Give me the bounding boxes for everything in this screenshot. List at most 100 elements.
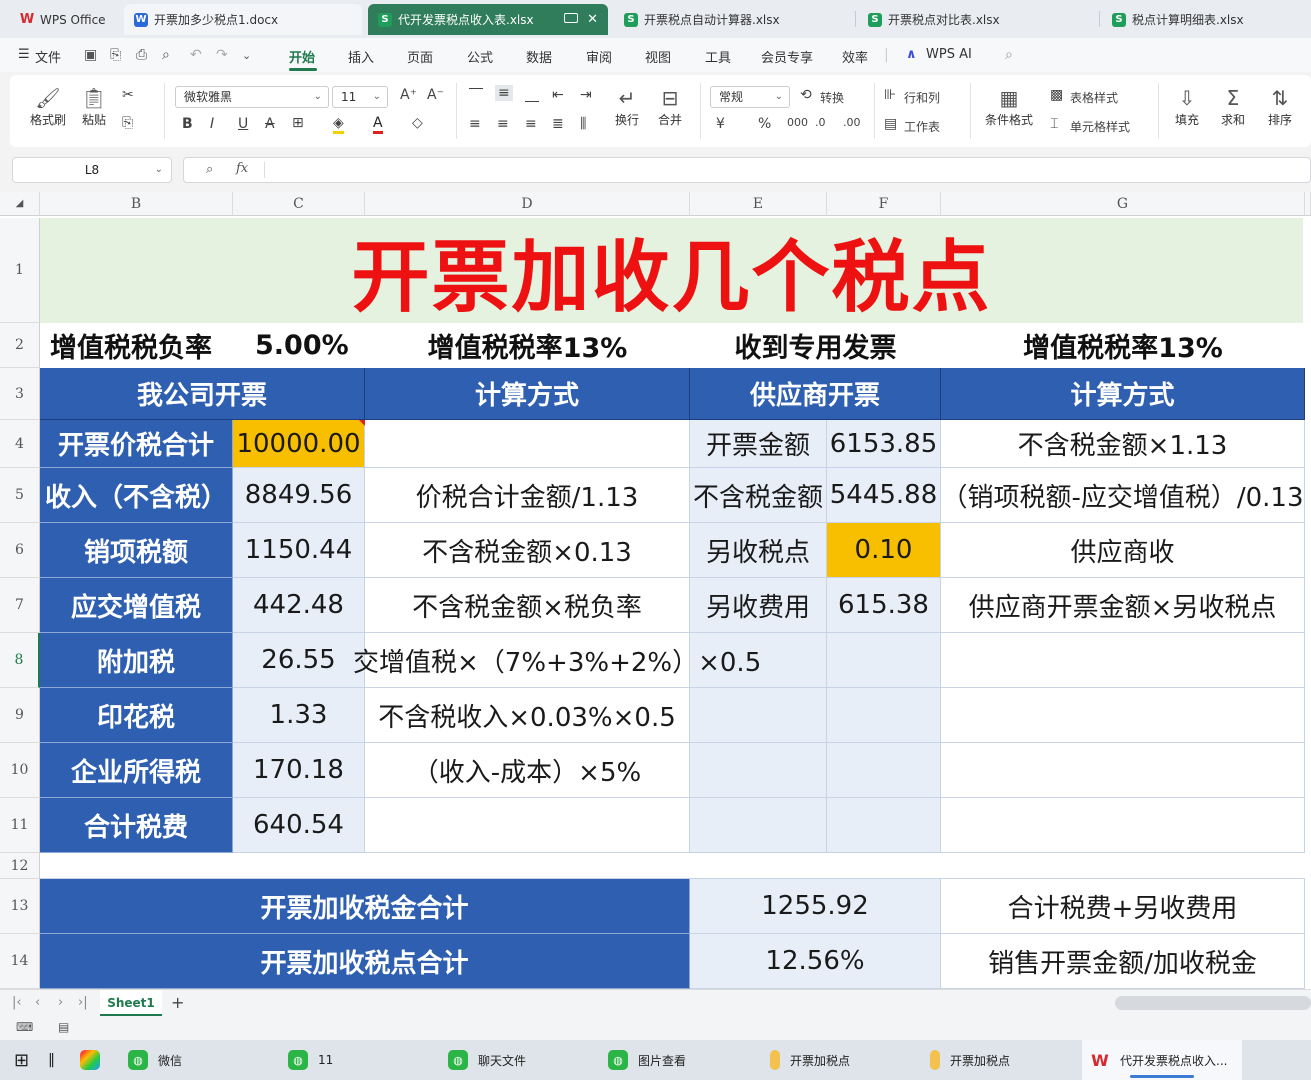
header-method-left[interactable]: 计算方式 (365, 368, 690, 420)
undo-icon[interactable]: ↶ (190, 47, 202, 63)
row-label[interactable]: 收入（不含税） (40, 468, 233, 523)
empty-cell[interactable] (941, 633, 1305, 688)
redo-icon[interactable]: ↷ (216, 47, 228, 63)
header-our-invoice[interactable]: 我公司开票 (40, 368, 365, 420)
supplier-method[interactable]: 供应商开票金额×另收税点 (941, 578, 1305, 633)
hamburger-icon[interactable]: ☰ (18, 47, 30, 62)
sheet-title[interactable]: 开票加收几个税点 (40, 218, 1303, 323)
empty-cell[interactable] (690, 798, 827, 853)
empty-cell[interactable] (941, 688, 1305, 743)
convert-label[interactable]: 转换 (820, 89, 844, 106)
preview-icon[interactable]: ⌕ (162, 47, 170, 63)
task-view-button[interactable]: ‖ (48, 1040, 55, 1080)
method-cell[interactable] (365, 420, 690, 468)
chevron-down-icon[interactable]: ⌄ (242, 49, 251, 62)
macro-icon[interactable]: ⌨ (16, 1020, 33, 1034)
decrease-font-icon[interactable]: A⁻ (427, 87, 444, 103)
value-cell[interactable]: 442.48 (233, 578, 365, 633)
page-view-icon[interactable]: ▤ (58, 1020, 69, 1034)
font-name-select[interactable]: 微软雅黑 ⌄ (175, 86, 329, 108)
row-header-7[interactable]: 7 (0, 578, 40, 633)
clear-format-icon[interactable]: ◇ (412, 115, 423, 131)
row-header-10[interactable]: 10 (0, 743, 40, 798)
scissors-icon[interactable]: ✂ (122, 87, 134, 103)
method-cell[interactable]: （收入-成本）×5% (365, 743, 690, 798)
cell-style-label[interactable]: 单元格样式 (1070, 118, 1130, 135)
sort-button[interactable]: ⇅ 排序 (1260, 85, 1300, 128)
menu-view[interactable]: 视图 (645, 47, 671, 66)
indent-decrease-icon[interactable]: ⇤ (552, 87, 564, 103)
menu-insert[interactable]: 插入 (348, 47, 374, 66)
menu-home[interactable]: 开始 (289, 47, 315, 66)
increase-font-icon[interactable]: A⁺ (400, 87, 417, 103)
align-top-icon[interactable]: ⎺ (469, 87, 483, 103)
tax-burden-value[interactable]: 5.00% (255, 323, 349, 368)
tab-docx[interactable]: W 开票加多少税点1.docx (124, 4, 362, 35)
select-all-corner[interactable]: ◢ (0, 192, 40, 216)
taskbar-item-chat-files[interactable]: ◍ 聊天文件 (448, 1040, 526, 1080)
row-header-14[interactable]: 14 (0, 934, 40, 989)
underline-icon[interactable]: U (238, 116, 248, 132)
row-header-2[interactable]: 2 (0, 323, 40, 368)
supplier-label[interactable]: 开票金额 (690, 420, 827, 468)
invoice-total-value[interactable]: 10000.00 (233, 420, 365, 468)
row-col-icon[interactable]: ⊪ (884, 87, 896, 103)
row-label[interactable]: 应交增值税 (40, 578, 233, 633)
justify-icon[interactable]: ≣ (552, 116, 564, 132)
italic-icon[interactable]: I (210, 116, 214, 132)
special-invoice-label[interactable]: 收到专用发票 (690, 323, 941, 368)
align-right-icon[interactable]: ≡ (525, 116, 537, 132)
column-header-g[interactable]: G (941, 192, 1305, 216)
menu-tools[interactable]: 工具 (705, 47, 731, 66)
paste-button[interactable]: 📋︎ 粘贴 (74, 85, 114, 128)
value-cell[interactable]: 26.55 (233, 633, 365, 688)
align-middle-icon[interactable]: ≡ (495, 85, 513, 101)
empty-cell[interactable] (941, 743, 1305, 798)
copy-icon[interactable]: ⎘ (122, 115, 133, 131)
percent-icon[interactable]: % (758, 116, 771, 132)
summary-label[interactable]: 开票加收税金合计 (40, 879, 690, 934)
row-header-13[interactable]: 13 (0, 879, 40, 934)
fill-color-icon[interactable]: ◈ (333, 115, 344, 134)
method-cell[interactable]: 不含税金额×税负率 (365, 578, 690, 633)
strikethrough-icon[interactable]: A (265, 116, 275, 132)
total-tax-value[interactable]: 640.54 (233, 798, 365, 853)
taskbar-item-wechat[interactable]: ◍ 微信 (128, 1040, 182, 1080)
column-header-c[interactable]: C (233, 192, 365, 216)
tab-wps-office[interactable]: W WPS Office (10, 4, 118, 35)
format-painter-button[interactable]: 🖌︎ 格式刷 (28, 85, 68, 128)
sheet-tab-sheet1[interactable]: Sheet1 (100, 990, 162, 1016)
tab-sheet-calculator[interactable]: S 开票税点自动计算器.xlsx (614, 4, 852, 35)
thousands-icon[interactable]: 000 (787, 116, 808, 129)
row-label[interactable]: 销项税额 (40, 523, 233, 578)
row-header-11[interactable]: 11 (0, 798, 40, 853)
fill-button[interactable]: ⇩ 填充 (1168, 85, 1206, 128)
taskbar-item-folder-1[interactable]: 开票加税点 (770, 1040, 850, 1080)
merge-button[interactable]: ⊟ 合并 (650, 85, 690, 128)
name-box[interactable]: L8 ⌄ (12, 157, 172, 183)
align-left-icon[interactable]: ≡ (469, 116, 481, 132)
supplier-value[interactable]: 615.38 (827, 578, 941, 633)
table-style-icon[interactable]: ▩ (1050, 87, 1063, 103)
row-label[interactable]: 合计税费 (40, 798, 233, 853)
export-icon[interactable]: ⎘ (110, 47, 121, 63)
supplier-label[interactable]: 另收费用 (690, 578, 827, 633)
tab-sheet-detail[interactable]: S 税点计算明细表.xlsx (1102, 4, 1311, 35)
supplier-method[interactable]: （销项税额-应交增值税）/0.13 (941, 468, 1305, 523)
taskbar-item-chat[interactable]: ◍ 11 (288, 1040, 333, 1080)
formula-bar[interactable]: ⌕ fx (183, 157, 1311, 183)
row-header-4[interactable]: 4 (0, 420, 40, 468)
row-header-3[interactable]: 3 (0, 368, 40, 420)
empty-cell[interactable] (690, 743, 827, 798)
app-launcher-button[interactable] (80, 1040, 110, 1080)
column-header-e[interactable]: E (690, 192, 827, 216)
summary-value[interactable]: 1255.92 (690, 879, 941, 934)
increase-decimal-icon[interactable]: .0 (815, 116, 826, 129)
currency-icon[interactable]: ¥ (716, 116, 725, 132)
wrap-text-button[interactable]: ↵ 换行 (610, 85, 644, 128)
convert-icon[interactable]: ⟲ (800, 87, 812, 103)
table-style-label[interactable]: 表格样式 (1070, 89, 1118, 106)
supplier-method[interactable]: 供应商收 (941, 523, 1305, 578)
row-label[interactable]: 附加税 (40, 633, 233, 688)
tab-active-sheet[interactable]: S 代开发票税点收入表.xlsx ✕ (368, 4, 608, 35)
